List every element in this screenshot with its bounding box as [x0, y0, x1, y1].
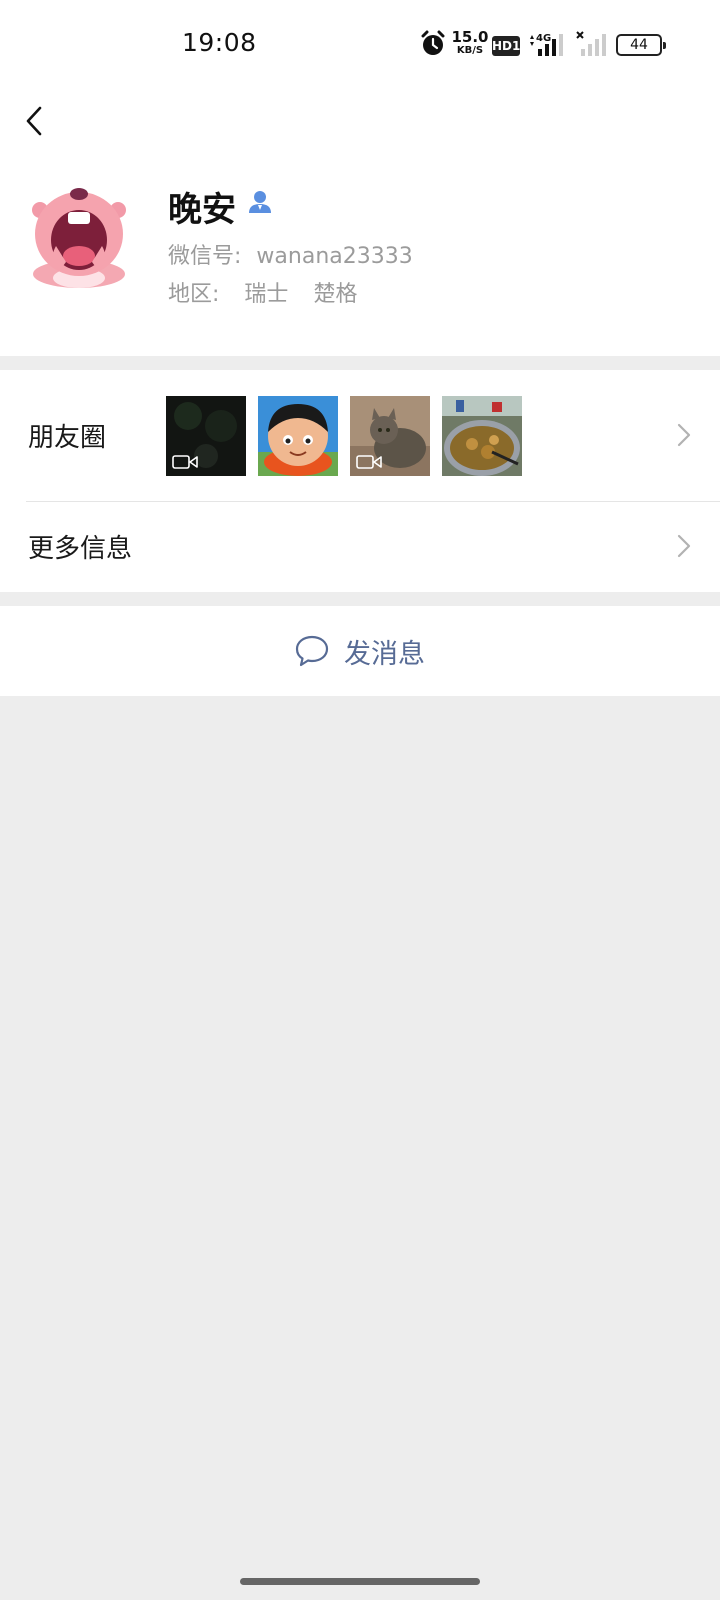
wechat-id: 微信号: wanana23333 — [168, 238, 413, 270]
signal-no-service-icon — [575, 30, 609, 62]
region-label: 地区: — [168, 282, 220, 307]
profile-header: 晚安 微信号: wanana23333 地区: 瑞士 楚格 — [0, 90, 720, 356]
back-arrow-icon — [26, 106, 42, 136]
chevron-right-icon — [677, 534, 691, 558]
avatar[interactable] — [26, 182, 132, 288]
region: 地区: 瑞士 楚格 — [168, 276, 357, 308]
net-speed-unit: KB/S — [456, 45, 484, 56]
wechat-id-value: wanana23333 — [256, 244, 413, 269]
status-time: 19:08 — [182, 28, 257, 57]
wechat-id-label: 微信号: — [168, 244, 242, 269]
video-icon — [172, 455, 198, 469]
pink-beaver-avatar-icon — [26, 182, 132, 288]
status-bar: 19:08 15.0 KB/S HD1 4G 44 — [0, 0, 720, 90]
signal-4g-icon: 4G — [528, 30, 568, 62]
home-indicator[interactable] — [240, 1578, 480, 1585]
region-country: 瑞士 — [244, 282, 289, 307]
chat-bubble-icon — [295, 635, 329, 667]
back-button[interactable] — [18, 98, 54, 142]
send-message-section: 发消息 — [0, 606, 720, 696]
friend-person-icon — [246, 188, 274, 216]
moment-thumb-cartoon-face — [258, 396, 338, 476]
video-icon — [356, 455, 382, 469]
region-city: 楚格 — [313, 282, 358, 307]
net-speed-value: 15.0 — [451, 28, 489, 46]
more-info-row[interactable]: 更多信息 — [0, 502, 720, 592]
moment-thumb-dark-video — [166, 396, 246, 476]
more-info-label: 更多信息 — [28, 534, 133, 564]
send-message-button[interactable]: 发消息 — [294, 628, 425, 674]
network-label: 4G — [536, 33, 551, 44]
moments-label: 朋友圈 — [28, 423, 107, 453]
profile-name: 晚安 — [168, 190, 236, 230]
send-message-label: 发消息 — [344, 638, 425, 670]
alarm-icon — [420, 30, 446, 62]
hd-icon: HD1 — [492, 36, 520, 56]
moment-thumb-food — [442, 396, 522, 476]
moments-row[interactable]: 朋友圈 — [0, 370, 720, 501]
info-section: 朋友圈 更多信息 — [0, 370, 720, 592]
net-speed: 15.0 KB/S — [450, 30, 490, 62]
battery-icon: 44 — [616, 34, 666, 56]
chevron-right-icon — [677, 423, 691, 447]
moment-thumb-cat-video — [350, 396, 430, 476]
